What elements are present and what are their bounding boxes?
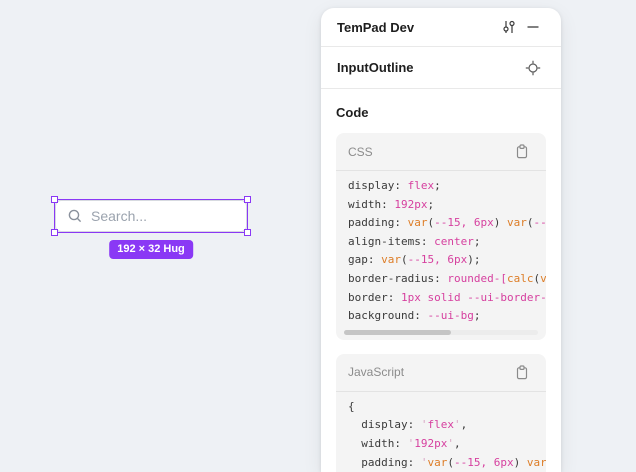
component-name: InputOutline (337, 60, 521, 75)
search-icon (67, 208, 83, 224)
selection-handle-bottom-right[interactable] (244, 229, 251, 236)
minimize-button[interactable] (521, 15, 545, 39)
code-line: gap: var(--15, 6px); (348, 251, 546, 270)
selection-handle-top-right[interactable] (244, 196, 251, 203)
selection-handle-bottom-left[interactable] (51, 229, 58, 236)
css-horizontal-scrollbar[interactable] (344, 330, 538, 335)
panel-header: TemPad Dev (321, 8, 561, 47)
clipboard-icon (515, 365, 529, 380)
search-placeholder-text: Search... (91, 208, 147, 224)
selected-component-row: InputOutline (321, 47, 561, 89)
code-line: padding: var(--15, 6px) var(-- (348, 214, 546, 233)
panel-title: TemPad Dev (337, 20, 497, 35)
code-section: Code CSS display: flex;width: 192px;padd… (321, 89, 561, 472)
code-line: display: 'flex', (348, 416, 546, 435)
code-line: padding: 'var(--15, 6px) var (348, 454, 546, 472)
copy-css-button[interactable] (510, 140, 534, 164)
js-block-label: JavaScript (348, 365, 510, 379)
css-code-block: CSS display: flex;width: 192px;padding: … (336, 133, 546, 340)
code-line: border: 1px solid --ui-border- (348, 289, 546, 308)
clipboard-icon (515, 144, 529, 159)
code-line: width: 192px; (348, 196, 546, 215)
code-line: border-radius: rounded-[calc(v (348, 270, 546, 289)
js-code-block: JavaScript { display: 'flex', width: '19… (336, 354, 546, 472)
crosshair-icon (525, 60, 541, 76)
size-badge: 192 × 32 Hug (109, 240, 193, 259)
selection-handle-top-left[interactable] (51, 196, 58, 203)
tempad-dev-panel: TemPad Dev InputOutline (321, 8, 561, 472)
search-input-component[interactable]: Search... (55, 200, 247, 232)
code-section-title: Code (336, 105, 546, 120)
code-line: width: '192px', (348, 435, 546, 454)
css-scrollbar-thumb[interactable] (344, 330, 451, 335)
code-line: { (348, 398, 546, 417)
css-block-label: CSS (348, 145, 510, 159)
js-code[interactable]: { display: 'flex', width: '192px', paddi… (336, 392, 546, 472)
selected-component[interactable]: Search... (55, 200, 247, 232)
preferences-button[interactable] (497, 15, 521, 39)
js-block-header: JavaScript (336, 354, 546, 392)
sliders-icon (501, 19, 517, 35)
css-code[interactable]: display: flex;width: 192px;padding: var(… (336, 171, 546, 326)
locate-button[interactable] (521, 56, 545, 80)
css-block-header: CSS (336, 133, 546, 171)
code-line: align-items: center; (348, 233, 546, 252)
minus-icon (526, 20, 540, 34)
code-line: display: flex; (348, 177, 546, 196)
copy-js-button[interactable] (510, 360, 534, 384)
code-line: background: --ui-bg; (348, 307, 546, 326)
